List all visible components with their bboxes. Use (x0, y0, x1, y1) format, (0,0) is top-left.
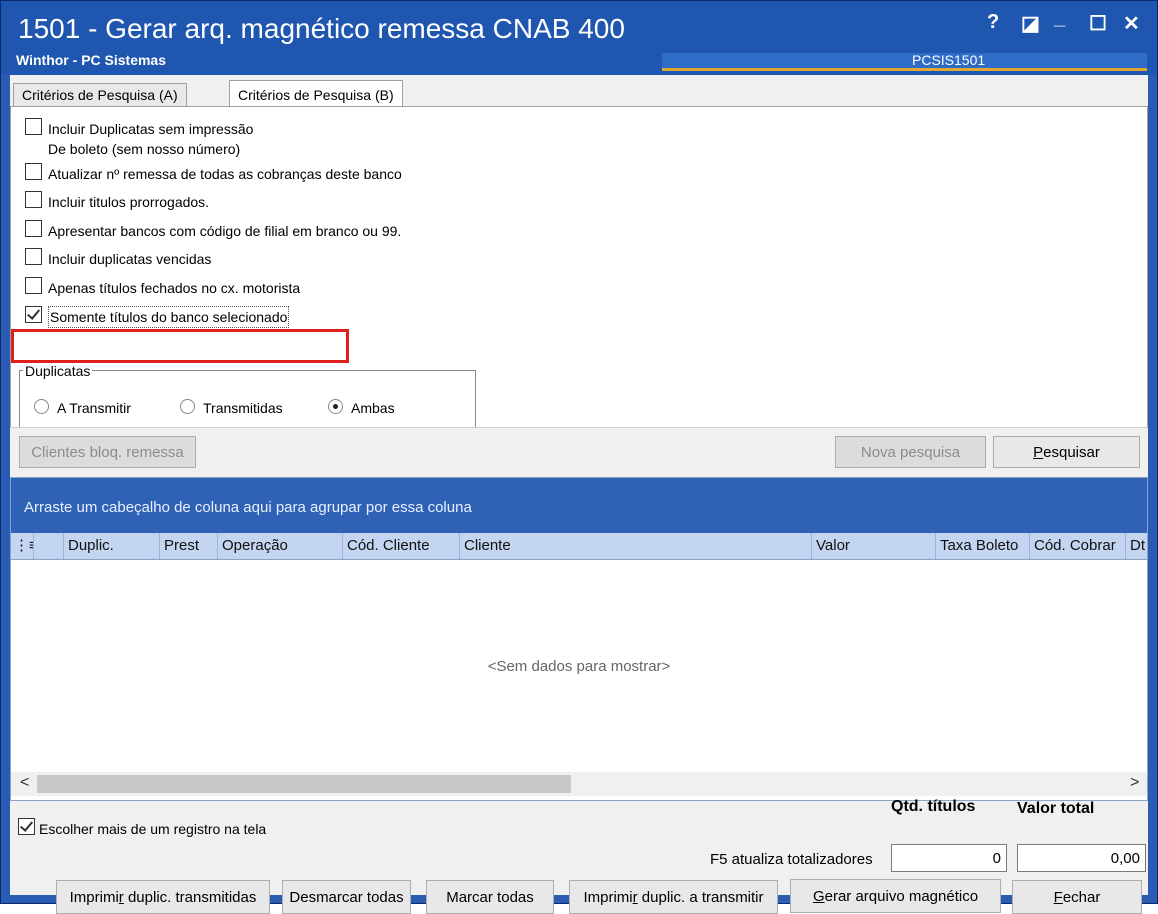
title-bar: 1501 - Gerar arq. magnético remessa CNAB… (1, 1, 1157, 75)
checkbox-label: Incluir titulos prorrogados. (48, 194, 210, 210)
checkbox-label: Apenas títulos fechados no cx. motorista (48, 280, 301, 296)
routine-code: PCSIS1501 (912, 52, 986, 68)
checkbox-label: Somente títulos do banco selecionado (48, 306, 290, 328)
column-prest[interactable]: Prest (159, 533, 217, 559)
nova-pesquisa-button[interactable]: Nova pesquisa (835, 436, 986, 468)
help-icon[interactable]: ? (987, 11, 999, 34)
routine-code-bar: PCSIS1501 (662, 52, 1147, 71)
maximize-icon[interactable]: ☐ (1089, 11, 1107, 36)
group-by-hint: Arraste um cabeçalho de coluna aqui para… (24, 499, 472, 516)
checkbox-label: Escolher mais de um registro na tela (39, 821, 267, 837)
checkbox-box[interactable] (25, 277, 42, 294)
minimize-icon[interactable]: _ (1054, 7, 1065, 30)
column-operacao[interactable]: Operação (217, 533, 342, 559)
button-mnemonic: F (1053, 888, 1063, 906)
duplicatas-groupbox: Duplicatas A Transmitir Transmitidas Amb… (19, 363, 476, 435)
radio-button[interactable] (180, 399, 195, 414)
checkbox-box-checked[interactable] (25, 306, 42, 323)
group-by-panel[interactable]: Arraste um cabeçalho de coluna aqui para… (11, 478, 1147, 533)
imprimir-a-transmitir-button[interactable]: Imprimir duplic. a transmitir (569, 880, 778, 914)
radio-label: Ambas (351, 400, 395, 416)
valor-total-field: 0,00 (1017, 844, 1146, 872)
button-label: duplic. transmitidas (123, 888, 257, 906)
app-subtitle: Winthor - PC Sistemas (16, 52, 167, 68)
pesquisar-mnemonic: P (1033, 443, 1044, 461)
clientes-bloq-button[interactable]: Clientes bloq. remessa (19, 436, 196, 468)
radio-button-selected[interactable] (328, 399, 343, 414)
column-dt[interactable]: Dt (1125, 533, 1147, 559)
column-taxa-boleto[interactable]: Taxa Boleto (935, 533, 1029, 559)
radio-button[interactable] (34, 399, 49, 414)
restore-icon[interactable]: ◪ (1021, 11, 1040, 36)
pesquisar-button[interactable]: Pesquisar (993, 436, 1140, 468)
valor-total-label: Valor total (1017, 800, 1095, 817)
group-title: Duplicatas (23, 363, 93, 379)
tab-criterios-a[interactable]: Critérios de Pesquisa (A) (13, 83, 187, 107)
scroll-thumb[interactable] (37, 775, 571, 793)
button-label: echar (1062, 888, 1101, 906)
button-label: erar arquivo magnético (824, 887, 979, 905)
main-content: Critérios de Pesquisa (A) Critérios de P… (10, 75, 1148, 914)
scroll-right-icon[interactable]: > (1130, 774, 1139, 792)
tab-criterios-b[interactable]: Critérios de Pesquisa (B) (229, 80, 403, 108)
column-duplic[interactable]: Duplic. (63, 533, 159, 559)
imprimir-transmitidas-button[interactable]: Imprimir duplic. transmitidas (56, 880, 270, 914)
checkbox-label-line2: De boleto (sem nosso número) (48, 141, 241, 157)
fechar-button[interactable]: Fechar (1012, 880, 1142, 914)
empty-message: <Sem dados para mostrar> (487, 658, 671, 675)
radio-label: Transmitidas (203, 400, 283, 416)
scroll-left-icon[interactable]: < (20, 774, 29, 792)
desmarcar-todas-button[interactable]: Desmarcar todas (282, 880, 411, 914)
close-icon[interactable]: ✕ (1123, 11, 1140, 36)
checkbox-box[interactable] (25, 163, 42, 180)
column-cod-cobrar[interactable]: Cód. Cobrar (1029, 533, 1125, 559)
column-chooser-icon[interactable]: ⋮≡ (11, 533, 33, 559)
qtd-titulos-field: 0 (891, 844, 1007, 872)
radio-label: A Transmitir (57, 400, 131, 416)
gerar-arquivo-button[interactable]: Gerar arquivo magnético (790, 879, 1001, 913)
checkbox-label: Atualizar nº remessa de todas as cobranç… (48, 166, 402, 182)
app-window: 1501 - Gerar arq. magnético remessa CNAB… (0, 0, 1158, 914)
window-title: 1501 - Gerar arq. magnético remessa CNAB… (18, 13, 625, 44)
checkbox-box[interactable] (25, 191, 42, 208)
button-label: duplic. a transmitir (637, 888, 764, 906)
marcar-todas-button[interactable]: Marcar todas (426, 880, 554, 914)
button-label: Imprimi (583, 888, 633, 906)
tab-strip: Critérios de Pesquisa (A) Critérios de P… (10, 75, 1148, 108)
radio-ambas[interactable]: Ambas (328, 399, 395, 416)
checkbox-box[interactable] (25, 118, 42, 135)
column-cod-cliente[interactable]: Cód. Cliente (342, 533, 459, 559)
column-indicator (33, 533, 63, 559)
column-headers: ⋮≡ Duplic. Prest Operação Cód. Cliente C… (11, 533, 1147, 560)
radio-a-transmitir[interactable]: A Transmitir (34, 399, 131, 416)
button-label: Imprimi (69, 888, 119, 906)
column-valor[interactable]: Valor (811, 533, 935, 559)
qtd-titulos-label: Qtd. títulos (891, 798, 976, 815)
pesquisar-label: esquisar (1043, 443, 1100, 461)
checkbox-label: Apresentar bancos com código de filial e… (48, 223, 402, 239)
checkbox-box-checked[interactable] (18, 818, 35, 835)
footer-panel: Escolher mais de um registro na tela Qtd… (10, 798, 1148, 914)
radio-transmitidas[interactable]: Transmitidas (180, 399, 283, 416)
criteria-panel: Incluir Duplicatas sem impressão De bole… (10, 106, 1148, 435)
horizontal-scrollbar[interactable]: < > (11, 772, 1147, 796)
checkbox-label: Incluir Duplicatas sem impressão (48, 121, 254, 137)
results-grid[interactable]: Arraste um cabeçalho de coluna aqui para… (10, 477, 1148, 801)
checkbox-label: Incluir duplicatas vencidas (48, 251, 212, 267)
action-bar: Clientes bloq. remessa Nova pesquisa Pes… (10, 427, 1148, 478)
highlight-box (11, 329, 349, 363)
column-cliente[interactable]: Cliente (459, 533, 811, 559)
checkbox-box[interactable] (25, 220, 42, 237)
checkbox-box[interactable] (25, 248, 42, 265)
button-mnemonic: G (812, 887, 825, 905)
f5-hint: F5 atualiza totalizadores (710, 851, 873, 868)
